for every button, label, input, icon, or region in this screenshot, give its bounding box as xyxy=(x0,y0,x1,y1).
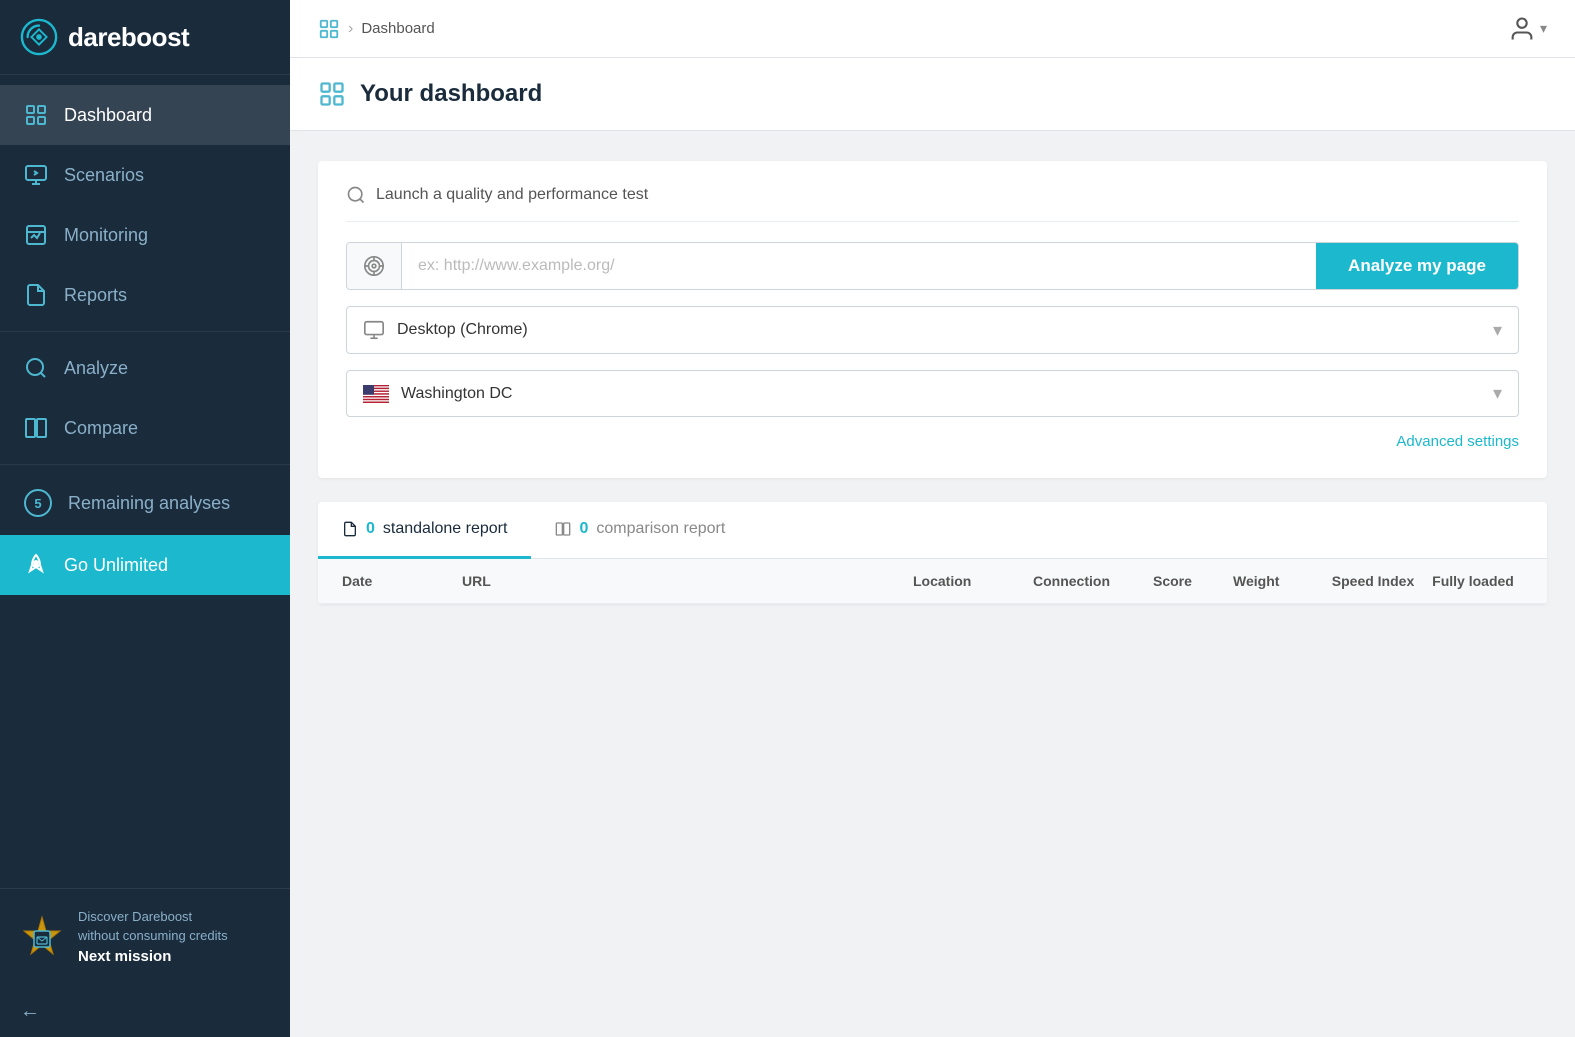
dashboard-icon xyxy=(24,103,48,127)
tabs-header: 0 standalone report 0 comparison report xyxy=(318,502,1547,559)
sidebar-item-reports[interactable]: Reports xyxy=(0,265,290,325)
col-header-score: Score xyxy=(1153,573,1233,589)
mission-badge-icon xyxy=(20,915,64,959)
main-content: Launch a quality and performance test xyxy=(290,131,1575,634)
location-dropdown[interactable]: Washington DC ▾ xyxy=(346,370,1519,417)
col-header-fully-loaded: Fully loaded xyxy=(1423,573,1523,589)
page-title: Your dashboard xyxy=(360,80,542,108)
standalone-tab-count: 0 xyxy=(366,520,375,538)
col-header-weight: Weight xyxy=(1233,573,1323,589)
compare-icon xyxy=(24,416,48,440)
sidebar-nav: Dashboard Scenarios Monitoring xyxy=(0,75,290,888)
page-header: Your dashboard xyxy=(290,58,1575,131)
comparison-tab-count: 0 xyxy=(579,520,588,538)
main-content-area: › Dashboard ▾ Your dashboard xyxy=(290,0,1575,1037)
sidebar-item-remaining[interactable]: 5 Remaining analyses xyxy=(0,471,290,535)
monitoring-icon xyxy=(24,223,48,247)
url-input-prefix xyxy=(347,243,402,289)
sidebar-item-compare-label: Compare xyxy=(64,418,138,439)
col-header-location: Location xyxy=(913,573,1033,589)
dareboost-logo-icon xyxy=(20,18,58,56)
analyze-icon xyxy=(24,356,48,380)
sidebar-item-scenarios[interactable]: Scenarios xyxy=(0,145,290,205)
desktop-icon xyxy=(363,319,385,341)
col-header-url: URL xyxy=(462,573,913,589)
url-input-row: Analyze my page xyxy=(346,242,1519,290)
standalone-tab-label: standalone report xyxy=(383,520,508,538)
search-section: Launch a quality and performance test xyxy=(318,161,1547,478)
sidebar-item-go-unlimited-label: Go Unlimited xyxy=(64,555,168,576)
nav-divider-1 xyxy=(0,331,290,332)
breadcrumb-separator: › xyxy=(348,20,353,38)
sidebar-item-remaining-label: Remaining analyses xyxy=(68,493,230,514)
breadcrumb-dashboard-icon xyxy=(318,18,340,40)
sidebar-item-monitoring-label: Monitoring xyxy=(64,225,148,246)
analyze-button[interactable]: Analyze my page xyxy=(1316,243,1518,289)
logo-text: dareboost xyxy=(68,22,189,53)
breadcrumb-text: Dashboard xyxy=(361,20,434,37)
comparison-tab-label: comparison report xyxy=(596,520,725,538)
device-dropdown-left: Desktop (Chrome) xyxy=(363,319,528,341)
us-flag-icon xyxy=(363,385,389,403)
page-header-icon xyxy=(318,80,346,108)
sidebar-logo: dareboost xyxy=(0,0,290,75)
advanced-settings-link[interactable]: Advanced settings xyxy=(346,433,1519,450)
sidebar-footer: Discover Dareboost without consuming cre… xyxy=(0,888,290,987)
sidebar-back-button[interactable]: ← xyxy=(0,986,290,1037)
device-dropdown-value: Desktop (Chrome) xyxy=(397,321,528,339)
tab-standalone[interactable]: 0 standalone report xyxy=(318,502,531,559)
user-dropdown-arrow: ▾ xyxy=(1540,20,1547,37)
sidebar-item-dashboard-label: Dashboard xyxy=(64,105,152,126)
sidebar: dareboost Dashboard Scenarios xyxy=(0,0,290,1037)
topbar: › Dashboard ▾ xyxy=(290,0,1575,58)
sidebar-item-compare[interactable]: Compare xyxy=(0,398,290,458)
sidebar-item-reports-label: Reports xyxy=(64,285,127,306)
sidebar-item-analyze[interactable]: Analyze xyxy=(0,338,290,398)
url-input[interactable] xyxy=(402,243,1316,289)
sidebar-item-monitoring[interactable]: Monitoring xyxy=(0,205,290,265)
location-dropdown-chevron: ▾ xyxy=(1493,383,1502,404)
col-header-connection: Connection xyxy=(1033,573,1153,589)
tab-comparison[interactable]: 0 comparison report xyxy=(531,502,749,559)
reports-icon xyxy=(24,283,48,307)
sidebar-item-analyze-label: Analyze xyxy=(64,358,128,379)
scenarios-icon xyxy=(24,163,48,187)
search-label-icon xyxy=(346,185,366,205)
remaining-badge: 5 xyxy=(24,489,52,517)
table-header: Date URL Location Connection Score Weigh… xyxy=(318,559,1547,604)
footer-text: Discover Dareboost without consuming cre… xyxy=(78,907,228,969)
device-dropdown[interactable]: Desktop (Chrome) ▾ xyxy=(346,306,1519,354)
search-section-label: Launch a quality and performance test xyxy=(346,185,1519,222)
user-menu-button[interactable]: ▾ xyxy=(1508,15,1547,43)
target-icon xyxy=(363,255,385,277)
col-header-date: Date xyxy=(342,573,462,589)
nav-divider-2 xyxy=(0,464,290,465)
sidebar-item-go-unlimited[interactable]: Go Unlimited xyxy=(0,535,290,595)
sidebar-item-scenarios-label: Scenarios xyxy=(64,165,144,186)
device-dropdown-chevron: ▾ xyxy=(1493,320,1502,341)
location-dropdown-left: Washington DC xyxy=(363,385,512,403)
location-dropdown-value: Washington DC xyxy=(401,385,512,403)
user-icon xyxy=(1508,15,1536,43)
sidebar-item-dashboard[interactable]: Dashboard xyxy=(0,85,290,145)
standalone-tab-icon xyxy=(342,521,358,537)
comparison-tab-icon xyxy=(555,521,571,537)
rocket-icon xyxy=(24,553,48,577)
breadcrumb: › Dashboard xyxy=(318,18,435,40)
reports-section: 0 standalone report 0 comparison report … xyxy=(318,502,1547,604)
col-header-speed-index: Speed Index xyxy=(1323,573,1423,589)
